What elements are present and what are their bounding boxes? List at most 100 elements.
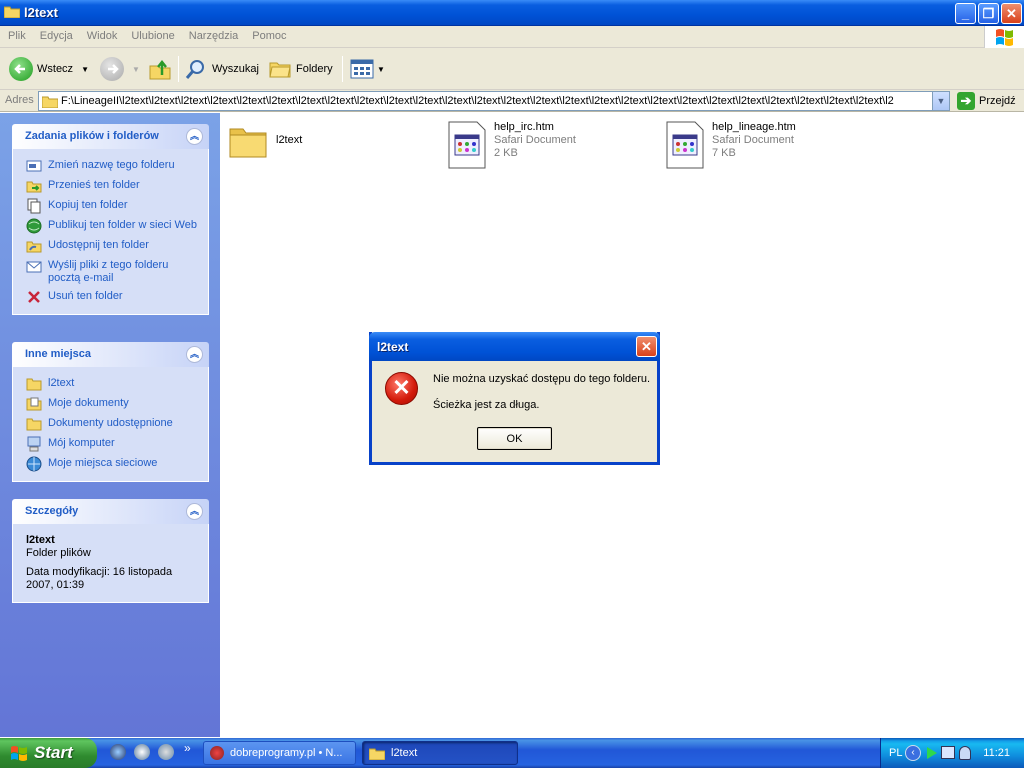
file-type: Safari Document: [494, 134, 576, 146]
toolbar: Wstecz ▼ ▼ Wyszukaj Foldery ▼: [0, 48, 1024, 90]
documents-icon: [26, 397, 42, 411]
ok-button[interactable]: OK: [477, 427, 552, 450]
details-name: l2text: [26, 534, 55, 546]
dialog-title: l2text: [377, 340, 409, 354]
details-modified: Data modyfikacji: 16 listopada 2007, 01:…: [26, 566, 173, 591]
move-icon: [26, 181, 42, 193]
up-folder-icon: [149, 59, 171, 80]
back-dropdown-icon[interactable]: ▼: [81, 65, 89, 74]
panel-title: Zadania plików i folderów: [25, 130, 159, 142]
place-shared-documents[interactable]: Dokumenty udostępnione: [13, 415, 208, 435]
folder-icon: [4, 6, 20, 18]
collapse-icon[interactable]: ︽: [186, 503, 203, 520]
file-item-help-irc[interactable]: help_irc.htm Safari Document 2 KB: [447, 121, 576, 169]
file-name: l2text: [276, 134, 303, 146]
back-button[interactable]: Wstecz ▼: [9, 56, 89, 82]
start-label: Start: [34, 743, 73, 762]
search-label: Wyszukaj: [212, 63, 259, 75]
title-bar[interactable]: l2text _ ❐ ✕: [0, 0, 1024, 26]
views-dropdown-icon[interactable]: ▼: [377, 65, 385, 74]
place-network-places[interactable]: Moje miejsca sieciowe: [13, 455, 208, 475]
place-l2text[interactable]: l2text: [13, 375, 208, 395]
menu-help[interactable]: Pomoc: [244, 26, 292, 42]
address-value: F:\LineageII\l2text\l2text\l2text\l2text…: [61, 95, 894, 107]
views-button[interactable]: ▼: [350, 56, 385, 82]
maximize-button[interactable]: ❐: [978, 3, 999, 24]
address-bar: Adres F:\LineageII\l2text\l2text\l2text\…: [0, 90, 1024, 112]
windows-flag-icon: [996, 29, 1013, 46]
address-input[interactable]: F:\LineageII\l2text\l2text\l2text\l2text…: [38, 91, 950, 111]
folders-icon: [269, 62, 291, 78]
network-tray-icon[interactable]: [941, 746, 955, 759]
task-copy-folder[interactable]: Kopiuj ten folder: [13, 197, 208, 217]
file-size: 2 KB: [494, 147, 518, 159]
go-label: Przejdź: [979, 95, 1016, 107]
globe-icon: [26, 218, 42, 234]
dialog-detail: Ścieżka jest za długa.: [433, 399, 540, 411]
toolbar-separator: [342, 56, 343, 82]
browser-icon: [210, 746, 224, 760]
folder-icon: [42, 96, 58, 108]
quicklaunch-media-icon[interactable]: [134, 744, 150, 760]
quicklaunch-app-icon[interactable]: [158, 744, 174, 760]
panel-header[interactable]: Inne miejsca ︽: [12, 342, 209, 367]
menu-tools[interactable]: Narzędzia: [181, 26, 245, 42]
panel-title: Inne miejsca: [25, 348, 92, 360]
menu-bar: Plik Edycja Widok Ulubione Narzędzia Pomoc: [0, 26, 1024, 48]
address-label: Adres: [5, 94, 34, 106]
task-email-files[interactable]: Wyślij pliki z tego folderu pocztą e-mai…: [13, 257, 208, 288]
taskbar-item-browser[interactable]: dobreprogramy.pl • N...: [203, 741, 356, 765]
menu-favorites[interactable]: Ulubione: [123, 26, 180, 42]
clock[interactable]: 11:21: [983, 747, 1010, 759]
file-type: Safari Document: [712, 134, 794, 146]
collapse-icon[interactable]: ︽: [186, 346, 203, 363]
place-my-computer[interactable]: Mój komputer: [13, 435, 208, 455]
search-icon: [185, 60, 204, 79]
task-move-folder[interactable]: Przenieś ten folder: [13, 177, 208, 197]
go-button[interactable]: ➔ Przejdź: [957, 92, 1016, 110]
search-button[interactable]: Wyszukaj: [184, 56, 259, 82]
menu-edit[interactable]: Edycja: [32, 26, 79, 42]
system-tray: PL ‹ 11:21: [880, 738, 1024, 768]
quicklaunch-overflow-icon[interactable]: »: [184, 741, 191, 755]
details-panel: Szczegóły ︽ l2text Folder plików Data mo…: [12, 499, 209, 603]
panel-header[interactable]: Szczegóły ︽: [12, 499, 209, 524]
media-play-icon[interactable]: [927, 747, 937, 759]
other-places-panel: Inne miejsca ︽ l2text Moje dokumenty Dok…: [12, 342, 209, 482]
task-share-folder[interactable]: Udostępnij ten folder: [13, 237, 208, 257]
place-my-documents[interactable]: Moje dokumenty: [13, 395, 208, 415]
task-delete-folder[interactable]: Usuń ten folder: [13, 288, 208, 308]
details-type: Folder plików: [26, 547, 91, 559]
minimize-button[interactable]: _: [955, 3, 976, 24]
tray-expand-icon[interactable]: ‹: [905, 745, 921, 761]
file-name: help_lineage.htm: [712, 121, 796, 133]
address-dropdown-button[interactable]: ▼: [932, 92, 949, 110]
back-label: Wstecz: [37, 63, 74, 75]
forward-dropdown-icon[interactable]: ▼: [132, 65, 140, 74]
dialog-close-button[interactable]: ✕: [636, 336, 657, 357]
go-arrow-icon: ➔: [957, 92, 975, 110]
task-rename-folder[interactable]: Zmień nazwę tego folderu: [13, 157, 208, 177]
collapse-icon[interactable]: ︽: [186, 128, 203, 145]
volume-tray-icon[interactable]: [959, 746, 971, 760]
start-button[interactable]: Start: [0, 738, 97, 768]
menu-file[interactable]: Plik: [0, 26, 32, 42]
rename-icon: [26, 160, 42, 172]
up-folder-button[interactable]: [148, 56, 172, 82]
panel-header[interactable]: Zadania plików i folderów ︽: [12, 124, 209, 149]
task-publish-folder[interactable]: Publikuj ten folder w sieci Web: [13, 217, 208, 237]
quicklaunch-ie-icon[interactable]: [110, 744, 126, 760]
file-item-l2text-folder[interactable]: l2text: [228, 121, 302, 161]
close-button[interactable]: ✕: [1001, 3, 1022, 24]
file-item-help-lineage[interactable]: help_lineage.htm Safari Document 7 KB: [665, 121, 796, 169]
folders-button[interactable]: Foldery: [268, 56, 333, 82]
panel-title: Szczegóły: [25, 505, 79, 517]
menu-view[interactable]: Widok: [79, 26, 124, 42]
html-document-icon: [666, 121, 704, 169]
taskbar-item-l2text[interactable]: l2text: [362, 741, 518, 765]
computer-icon: [27, 436, 41, 452]
dialog-title-bar[interactable]: l2text ✕: [369, 332, 660, 361]
forward-button[interactable]: ▼: [100, 56, 140, 82]
toolbar-separator: [178, 56, 179, 82]
language-indicator[interactable]: PL: [889, 747, 902, 759]
